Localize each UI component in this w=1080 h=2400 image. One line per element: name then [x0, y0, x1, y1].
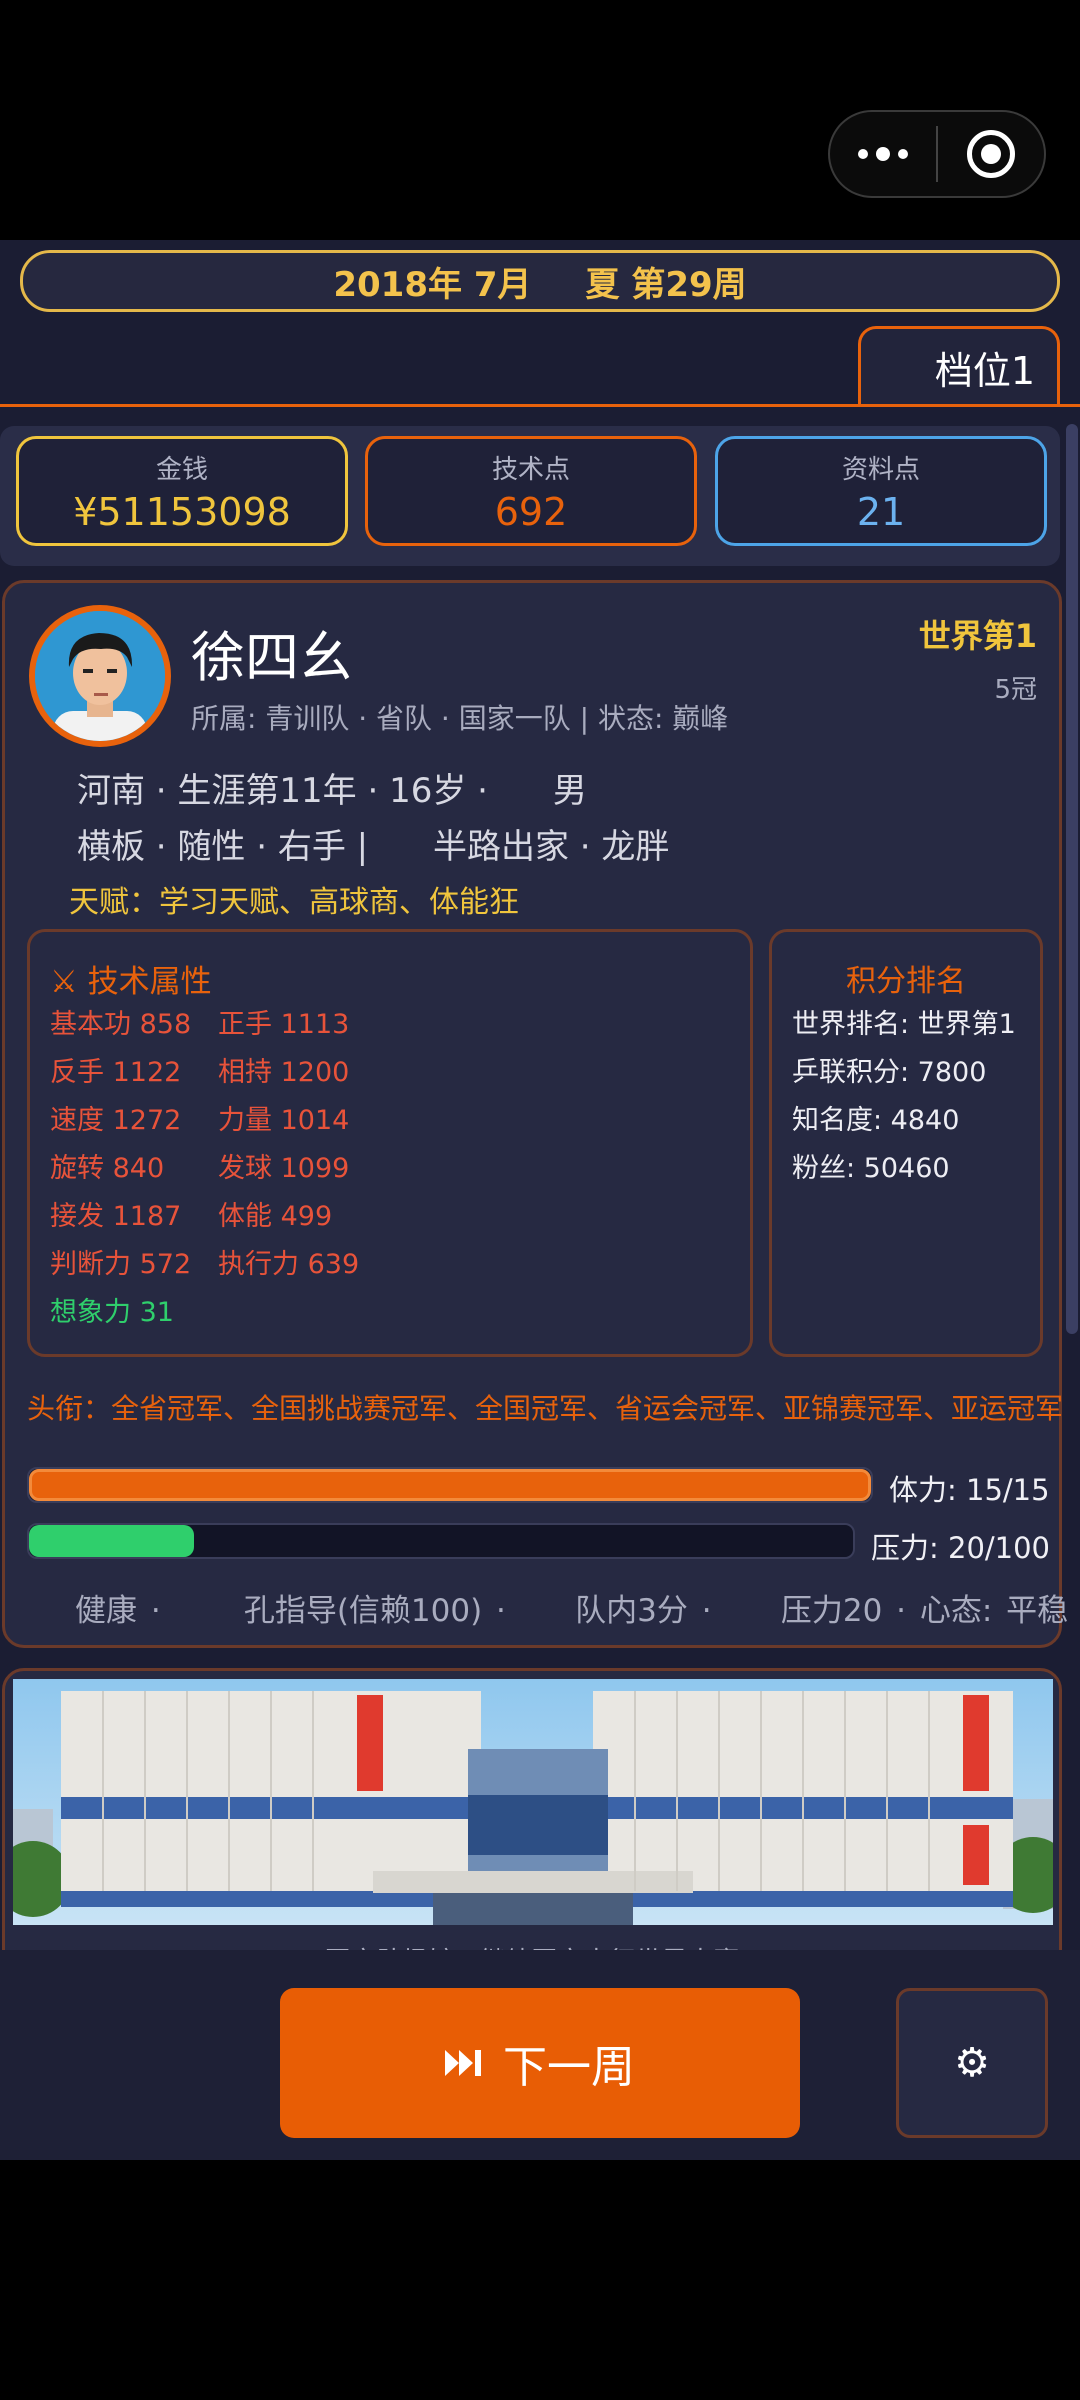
player-name: 徐四幺 — [191, 626, 353, 689]
tech-attributes-panel: ⚔ 技术属性 基本功 858 正手 1113 反手 1122 相持 1200 速… — [27, 929, 753, 1357]
season-week: 夏 第29周 — [585, 264, 747, 305]
honor-titles: 头衔：全省冠军、全国挑战赛冠军、全国冠军、省运会冠军、亚锦赛冠军、亚运冠军、 — [27, 1392, 1063, 1425]
gear-icon: ⚙ — [954, 2040, 990, 2086]
attr-rally: 相持 1200 — [218, 1057, 350, 1088]
attr-stamina: 体能 499 — [218, 1201, 333, 1232]
money-label: 金钱 — [155, 454, 208, 485]
attr-imagination: 想象力 31 — [50, 1297, 174, 1328]
fast-forward-icon — [445, 2048, 485, 2078]
date-bar: 2018年 7月 夏 第29周 — [20, 250, 1060, 312]
bottom-action-bar: 下一周 ⚙ — [0, 1950, 1080, 2160]
tech-points-value: 692 — [494, 489, 568, 534]
pressure-label: 压力: 20/100 — [871, 1531, 1051, 1565]
level-tab-button[interactable]: 档位1 — [858, 326, 1060, 406]
ranking-title: 积分排名 — [846, 964, 966, 999]
attr-spin: 旋转 840 — [50, 1153, 165, 1184]
attr-execution: 执行力 639 — [218, 1249, 360, 1280]
player-card: 徐四幺 所属: 青训队 · 省队 · 国家一队 | 状态: 巅峰 世界第1 5冠… — [2, 580, 1068, 1648]
next-week-label: 下一周 — [503, 2042, 635, 2093]
attr-forehand: 正手 1113 — [218, 1009, 350, 1040]
next-week-button[interactable]: 下一周 — [280, 1988, 800, 2138]
miniprogram-capsule — [828, 110, 1046, 198]
world-ranking: 世界排名: 世界第1 — [792, 1009, 1016, 1040]
player-affiliation: 所属: 青训队 · 省队 · 国家一队 | 状态: 巅峰 — [191, 702, 729, 735]
ranking-panel: 积分排名 世界排名: 世界第1 乒联积分: 7800 知名度: 4840 粉丝:… — [769, 929, 1043, 1357]
attr-speed: 速度 1272 — [50, 1105, 182, 1136]
tech-points-label: 技术点 — [491, 454, 570, 485]
player-info-line2: 横板 · 随性 · 右手 | 半路出家 · 龙胖 — [77, 827, 670, 867]
world-rank-badge: 世界第1 — [918, 617, 1037, 655]
national-team-venue-image — [13, 1679, 1053, 1925]
attr-backhand: 反手 1122 — [50, 1057, 182, 1088]
money-stat: 金钱 ¥51153098 — [16, 436, 348, 546]
tech-attributes-grid: 基本功 858 正手 1113 反手 1122 相持 1200 速度 1272 … — [50, 1008, 418, 1330]
player-avatar[interactable] — [29, 605, 171, 747]
player-talent: 天赋：学习天赋、高球商、体能狂 — [69, 885, 519, 920]
pressure-bar — [27, 1523, 855, 1559]
attr-power: 力量 1014 — [218, 1105, 350, 1136]
data-points-stat: 资料点 21 — [715, 436, 1047, 546]
fans: 粉丝: 50460 — [792, 1153, 950, 1184]
money-value: ¥51153098 — [73, 489, 291, 534]
tech-attributes-title: ⚔ 技术属性 — [50, 964, 212, 1000]
ranking-list: 世界排名: 世界第1 乒联积分: 7800 知名度: 4840 粉丝: 5046… — [792, 1008, 1016, 1200]
ittf-points: 乒联积分: 7800 — [792, 1057, 987, 1088]
header-divider — [0, 404, 1080, 407]
scene-card: 国家队场馆 · 继续国家出征世界大赛 — [2, 1668, 1062, 1968]
more-options-icon[interactable] — [830, 112, 936, 196]
status-line: 健康 · 孔指导(信赖100) · 队内3分 · 压力20 · 心态: 平稳 — [75, 1593, 1069, 1629]
fame: 知名度: 4840 — [792, 1105, 960, 1136]
stamina-bar-fill — [29, 1469, 871, 1501]
attr-basics: 基本功 858 — [50, 1009, 192, 1040]
attr-serve: 发球 1099 — [218, 1153, 350, 1184]
stamina-bar — [27, 1467, 873, 1503]
resource-panel: 金钱 ¥51153098 技术点 692 资料点 21 — [0, 426, 1060, 566]
pressure-bar-fill — [29, 1525, 194, 1557]
attr-receive: 接发 1187 — [50, 1201, 182, 1232]
tech-points-stat: 技术点 692 — [365, 436, 697, 546]
stamina-label: 体力: 15/15 — [889, 1473, 1050, 1507]
player-info-line1: 河南 · 生涯第11年 · 16岁 · 男 — [77, 771, 587, 811]
game-screen: 2018年 7月 夏 第29周 档位1 金钱 ¥51153098 技术点 692… — [0, 240, 1080, 2160]
year-month: 2018年 7月 — [333, 264, 532, 305]
crown-count: 5冠 — [994, 675, 1037, 705]
data-points-value: 21 — [856, 489, 906, 534]
attr-judgement: 判断力 572 — [50, 1249, 192, 1280]
settings-button[interactable]: ⚙ — [896, 1988, 1048, 2138]
data-points-label: 资料点 — [841, 454, 920, 485]
scrollbar[interactable] — [1066, 424, 1078, 1334]
close-record-icon[interactable] — [938, 112, 1044, 196]
